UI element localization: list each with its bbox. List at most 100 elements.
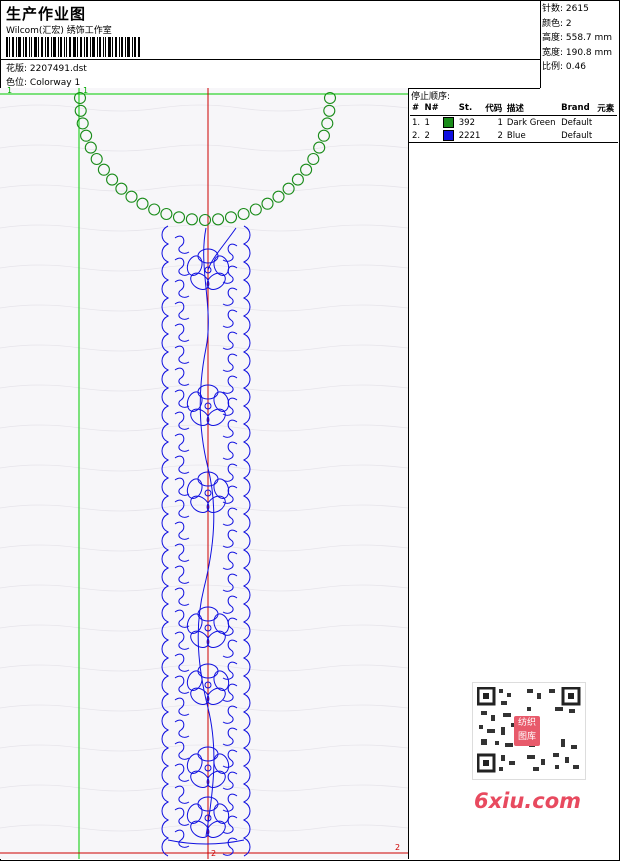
lace-right-squiggle [222, 727, 238, 746]
lace-left-squiggle [174, 301, 190, 320]
lace-right-squiggle [222, 529, 238, 548]
bead [224, 211, 238, 224]
lace-left-squiggle [174, 741, 190, 760]
row-brand: Default [561, 117, 593, 128]
row-code: 1 [497, 117, 503, 128]
design-label: 花版: [6, 64, 28, 74]
marker-top-left: 1 [7, 86, 13, 95]
lace-left-squiggle [174, 499, 190, 518]
lace-left-squiggle [174, 279, 190, 298]
lace-left-squiggle [174, 543, 190, 562]
bead [212, 213, 225, 226]
lace-right-squiggle [222, 793, 238, 812]
colorway: 色位: Colorway 1 [6, 75, 80, 88]
lace-left-squiggle [174, 653, 190, 672]
col-description: 描述 [504, 101, 560, 116]
lace-left-squiggle [174, 565, 190, 584]
row-code: 2 [497, 130, 503, 141]
green-bead-arc [73, 91, 337, 227]
watermark-text: 6xiu.com [474, 789, 582, 813]
stat-width: 宽度: 190.8 mm [542, 47, 613, 58]
header-divider [0, 59, 540, 60]
bead [237, 207, 250, 221]
design-canvas: 1 1 2 2 [0, 86, 409, 859]
lace-right-squiggle [222, 639, 238, 658]
bead [272, 190, 285, 203]
lace-top-stem [207, 227, 237, 271]
lace-left-squiggle [174, 521, 190, 540]
stop-sequence-table: # N# St. 代码 描述 Brand 元素 1. 1 392 1 Dark … [410, 101, 617, 142]
lace-left-squiggle [174, 631, 190, 650]
color-swatch-blue [443, 130, 455, 141]
bead [160, 207, 173, 221]
lace-right-squiggle [222, 287, 238, 306]
lace-left-squiggle [174, 411, 190, 430]
table-header-row: # N# St. 代码 描述 Brand 元素 [410, 101, 617, 116]
lace-right-squiggle [222, 573, 238, 592]
lace-right-squiggle [222, 507, 238, 526]
bead [148, 203, 161, 216]
col-needle: N# [422, 101, 442, 116]
bead [106, 173, 119, 186]
lace-left-squiggle [174, 345, 190, 364]
bead [74, 104, 87, 117]
bead [90, 152, 103, 166]
lace-right-squiggle [222, 375, 238, 394]
header: 生产作业图 Wilcom(汇宏) 绣饰工作室 花版: 2207491.dst 色… [0, 0, 540, 89]
bead [300, 163, 313, 176]
row-swatch [441, 116, 456, 130]
lace-right-edge [242, 225, 251, 857]
bead [291, 173, 304, 186]
bead [97, 163, 110, 176]
lace-right-squiggle [222, 705, 238, 724]
lace-left-squiggle [174, 675, 190, 694]
company-name: Wilcom(汇宏) 绣饰工作室 [6, 26, 112, 36]
table-row: 2. 2 2221 2 Blue Default [410, 129, 617, 142]
col-element: 元素 [595, 101, 617, 116]
lace-left-squiggle [174, 697, 190, 716]
blue-lace-panel [161, 225, 251, 857]
row-index: 1. [412, 117, 421, 128]
lace-left-edge [161, 225, 170, 857]
colorway-value: Colorway 1 [29, 78, 81, 88]
stat-colors: 颜色: 2 [542, 18, 572, 29]
lace-right-squiggle [222, 551, 238, 570]
watermark-logo: 纺织图库 [514, 716, 540, 746]
col-code: 代码 [483, 101, 505, 116]
marker-top-green: 1 [83, 86, 89, 95]
table-row: 1. 1 392 1 Dark Green Default [410, 116, 617, 130]
design-value: 2207491.dst [29, 64, 87, 74]
row-index: 2. [412, 130, 421, 141]
lace-left-squiggle [174, 367, 190, 386]
col-color-swatch [441, 101, 457, 116]
marker-bottom-red: 2 [211, 849, 217, 858]
row-needle: 1 [424, 117, 430, 128]
embroidery-preview [0, 88, 408, 859]
bead [307, 152, 320, 166]
lace-right-squiggle [222, 661, 238, 680]
page-title: 生产作业图 [6, 5, 87, 23]
design-name: 花版: 2207491.dst [6, 61, 87, 74]
barcode-icon [6, 37, 140, 57]
bead [198, 213, 212, 227]
lace-left-squiggle [174, 785, 190, 804]
bead [321, 117, 334, 130]
marker-bottom-right: 2 [395, 843, 401, 852]
lace-left-squiggle [174, 477, 190, 496]
bead [172, 211, 186, 224]
lace-left-squiggle [174, 455, 190, 474]
stat-height: 高度: 558.7 mm [542, 33, 613, 43]
row-stitches: 2221 [458, 130, 481, 141]
color-swatch-green [443, 117, 455, 128]
bead [249, 203, 262, 216]
panel-divider [409, 142, 618, 143]
row-desc: Dark Green [506, 117, 556, 128]
lace-right-squiggle [222, 441, 238, 460]
lace-right-squiggle [222, 309, 238, 328]
lace-left-squiggle [174, 587, 190, 606]
bead [115, 182, 128, 195]
row-needle: 2 [424, 130, 430, 141]
bead [185, 213, 198, 226]
row-swatch [441, 129, 456, 142]
lace-right-squiggle [222, 595, 238, 614]
